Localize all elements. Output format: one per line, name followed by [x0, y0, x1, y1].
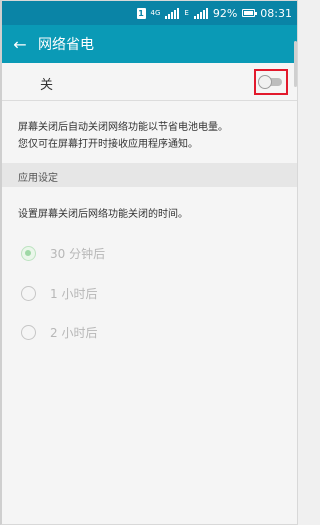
screen-frame: 1 4G E 92% 08:31 ← 网络省电 关 屏幕关闭后自动关闭网络功能以… [0, 0, 298, 525]
page-title: 网络省电 [38, 37, 94, 53]
clock: 08:31 [260, 6, 292, 20]
master-toggle-switch[interactable] [254, 69, 288, 95]
signal-strength-icon [165, 7, 180, 19]
description-line-1: 屏幕关闭后自动关闭网络功能以节省电池电量。 [18, 122, 228, 133]
status-bar: 1 4G E 92% 08:31 [2, 1, 297, 25]
radio-option-label: 30 分钟后 [50, 246, 106, 261]
options-instruction: 设置屏幕关闭后网络功能关闭的时间。 [18, 209, 188, 220]
radio-button-icon[interactable] [21, 324, 36, 340]
secondary-signal-icon [193, 7, 208, 19]
toggle-track [258, 75, 282, 89]
radio-option-1hour[interactable]: 1 小时后 [2, 277, 297, 309]
sim-card-icon: 1 [136, 7, 146, 19]
radio-button-icon[interactable] [21, 285, 36, 301]
arrow-left-icon[interactable]: ← [2, 25, 38, 63]
network-type-label: 4G [150, 8, 161, 17]
description-block: 屏幕关闭后自动关闭网络功能以节省电池电量。 您仅可在屏幕打开时接收应用程序通知。 [2, 101, 297, 163]
radio-button-selected-icon[interactable] [21, 245, 36, 261]
section-header: 应用设定 [2, 163, 297, 187]
data-activity-icon: E [184, 8, 189, 17]
radio-option-30min[interactable]: 30 分钟后 [2, 237, 297, 269]
toggle-thumb [258, 75, 272, 89]
description-line-2: 您仅可在屏幕打开时接收应用程序通知。 [18, 139, 198, 150]
battery-icon [242, 9, 258, 17]
radio-option-2hours[interactable]: 2 小时后 [2, 316, 297, 348]
network-type-icon: 4G [150, 8, 161, 17]
radio-option-label: 1 小时后 [50, 286, 98, 301]
app-bar: ← 网络省电 [2, 25, 297, 63]
battery-percent: 92% [212, 6, 238, 20]
options-panel: 设置屏幕关闭后网络功能关闭的时间。 30 分钟后 1 小时后 2 小时后 [2, 187, 297, 524]
master-switch-label: 关 [40, 78, 54, 93]
edge-handle [294, 41, 297, 87]
radio-option-label: 2 小时后 [50, 325, 98, 340]
